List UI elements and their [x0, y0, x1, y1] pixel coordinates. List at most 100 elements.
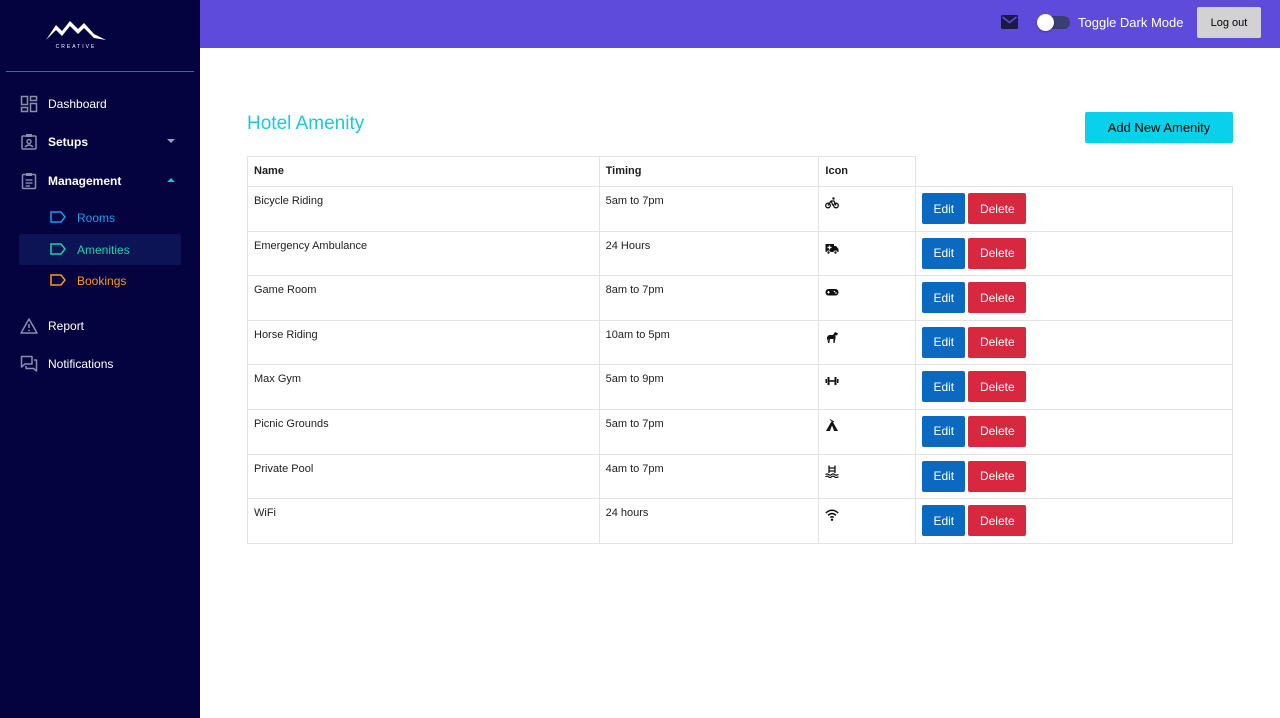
edit-button[interactable]: Edit — [922, 282, 966, 314]
gamepad-icon — [825, 285, 909, 299]
table-row: Bicycle Riding 5am to 7pm Edit Delete — [247, 186, 1233, 232]
row-actions: Edit Delete — [915, 408, 1233, 455]
table-row: Picnic Grounds 5am to 7pm Edit Delete — [247, 408, 1233, 455]
sidebar-item-label: Setups — [48, 135, 89, 149]
page-title: Hotel Amenity — [247, 113, 365, 134]
amenity-name: Bicycle Riding — [247, 186, 600, 232]
amenity-name: Private Pool — [247, 453, 600, 500]
delete-button[interactable]: Delete — [968, 415, 1027, 447]
sidebar-item-management[interactable]: Management — [0, 166, 200, 196]
amenity-timing: 10am to 5pm — [598, 319, 820, 366]
horse-icon — [825, 330, 909, 344]
chevron-up-icon — [167, 178, 175, 182]
sidebar-subitem-label: Amenities — [77, 242, 130, 257]
amenity-timing: 5am to 9pm — [598, 364, 820, 410]
sidebar-subitem-label: Bookings — [77, 273, 127, 288]
column-header-icon: Icon — [818, 156, 917, 187]
table-body: Bicycle Riding 5am to 7pm Edit Delete Eme… — [247, 186, 1233, 544]
pool-icon — [825, 464, 909, 478]
edit-button[interactable]: Edit — [922, 371, 966, 403]
amenity-timing: 5am to 7pm — [598, 408, 820, 455]
dark-mode-toggle[interactable] — [1037, 14, 1070, 31]
delete-button[interactable]: Delete — [968, 282, 1027, 314]
edit-button[interactable]: Edit — [922, 326, 966, 358]
row-actions: Edit Delete — [915, 319, 1233, 366]
amenity-name: Max Gym — [247, 364, 600, 410]
row-actions: Edit Delete — [915, 453, 1233, 500]
amenity-icon-cell — [818, 230, 917, 277]
clipboard-icon — [21, 173, 37, 190]
tag-icon — [50, 243, 66, 255]
edit-button[interactable]: Edit — [922, 415, 966, 447]
add-amenity-button[interactable]: Add New Amenity — [1085, 112, 1233, 143]
amenity-icon-cell — [818, 186, 917, 232]
topbar: Toggle Dark Mode Log out — [200, 0, 1280, 48]
sidebar-subitem-amenities[interactable]: Amenities — [19, 234, 181, 265]
sidebar-item-label: Notifications — [48, 357, 114, 371]
edit-button[interactable]: Edit — [922, 237, 966, 269]
chevron-down-icon — [167, 139, 175, 143]
sidebar-item-label: Dashboard — [48, 97, 107, 111]
amenity-timing: 5am to 7pm — [598, 186, 820, 232]
amenity-name: Emergency Ambulance — [247, 230, 600, 277]
sidebar-subitem-label: Rooms — [77, 210, 116, 225]
edit-button[interactable]: Edit — [922, 460, 966, 492]
bicycle-icon — [825, 196, 909, 210]
amenity-timing: 24 Hours — [598, 230, 820, 277]
amenity-icon-cell — [818, 408, 917, 455]
amenity-icon-cell — [818, 453, 917, 500]
table-row: WiFi 24 hours Edit Delete — [247, 498, 1233, 544]
amenity-name: WiFi — [247, 498, 600, 544]
edit-button[interactable]: Edit — [922, 193, 966, 224]
sidebar-item-notifications[interactable]: Notifications — [0, 349, 200, 379]
amenity-icon-cell — [818, 275, 917, 321]
tag-icon — [50, 274, 66, 286]
amenity-icon-cell — [818, 364, 917, 410]
amenity-name: Picnic Grounds — [247, 408, 600, 455]
amenities-table: Name Timing Icon Bicycle Riding 5am to 7… — [247, 156, 1233, 544]
row-actions: Edit Delete — [915, 230, 1233, 277]
sidebar-subitem-rooms[interactable]: Rooms — [19, 202, 181, 233]
edit-button[interactable]: Edit — [922, 505, 966, 537]
sidebar-item-label: Report — [48, 319, 85, 333]
amenity-timing: 4am to 7pm — [598, 453, 820, 500]
delete-button[interactable]: Delete — [968, 193, 1027, 224]
column-header-timing: Timing — [598, 156, 820, 187]
delete-button[interactable]: Delete — [968, 237, 1027, 269]
logout-button[interactable]: Log out — [1197, 7, 1261, 38]
sidebar-item-dashboard[interactable]: Dashboard — [0, 89, 200, 119]
delete-button[interactable]: Delete — [968, 460, 1027, 492]
ambulance-icon — [825, 241, 909, 255]
amenity-timing: 24 hours — [598, 498, 820, 544]
sidebar-divider — [6, 71, 194, 72]
row-actions: Edit Delete — [915, 498, 1233, 544]
dumbbell-icon — [825, 374, 909, 388]
amenity-timing: 8am to 7pm — [598, 275, 820, 321]
delete-button[interactable]: Delete — [968, 371, 1027, 403]
column-header-actions — [915, 156, 1233, 187]
toggle-knob — [1037, 14, 1054, 31]
dark-mode-label: Toggle Dark Mode — [1078, 15, 1184, 30]
amenity-icon-cell — [818, 319, 917, 366]
tent-icon — [825, 419, 909, 433]
table-row: Game Room 8am to 7pm Edit Delete — [247, 275, 1233, 321]
row-actions: Edit Delete — [915, 275, 1233, 321]
row-actions: Edit Delete — [915, 186, 1233, 232]
table-row: Max Gym 5am to 9pm Edit Delete — [247, 364, 1233, 410]
delete-button[interactable]: Delete — [968, 326, 1027, 358]
sidebar-item-report[interactable]: Report — [0, 311, 200, 341]
sidebar-item-setups[interactable]: Setups — [0, 127, 200, 157]
table-row: Emergency Ambulance 24 Hours Edit Delete — [247, 230, 1233, 277]
amenity-icon-cell — [818, 498, 917, 544]
chat-bubbles-icon — [20, 355, 38, 372]
sidebar-subitem-bookings[interactable]: Bookings — [19, 265, 181, 296]
contact-page-icon — [21, 134, 37, 150]
table-header-row: Name Timing Icon — [247, 156, 1233, 187]
row-actions: Edit Delete — [915, 364, 1233, 410]
column-header-name: Name — [247, 156, 600, 187]
sidebar: CREATIVE Dashboard Setups Management Roo… — [0, 0, 200, 718]
mail-icon[interactable] — [1001, 15, 1018, 29]
delete-button[interactable]: Delete — [968, 505, 1027, 537]
dashboard-icon — [20, 95, 38, 113]
wifi-icon — [825, 508, 909, 522]
